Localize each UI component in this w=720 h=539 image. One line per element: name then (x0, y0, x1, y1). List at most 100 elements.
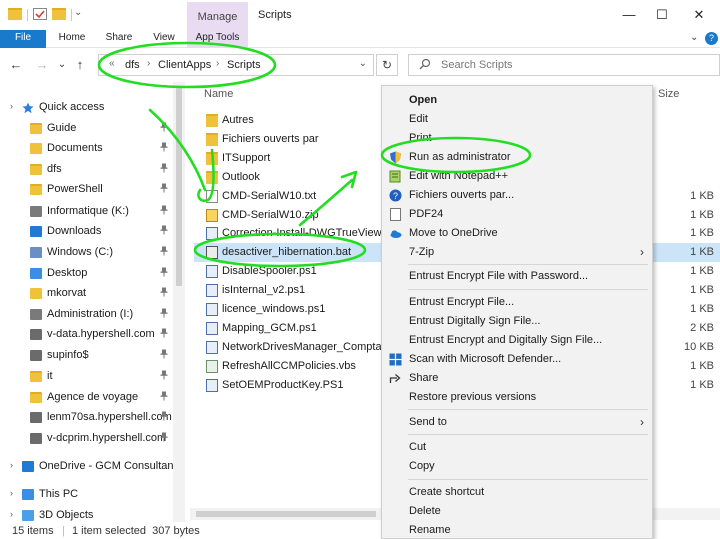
menu-item-fichiers-ouverts-par[interactable]: ? Fichiers ouverts par... (382, 186, 652, 205)
refresh-button[interactable]: ↻ (376, 54, 398, 76)
expand-chevron-icon[interactable]: › (10, 509, 13, 519)
tab-file[interactable]: File (0, 30, 46, 48)
tab-app-tools[interactable]: App Tools (187, 30, 248, 48)
menu-item-share[interactable]: Share (382, 369, 652, 388)
sidebar-item[interactable]: lenm70sa.hypershell.com (0, 408, 172, 428)
sidebar-item-label: it (47, 370, 53, 382)
sidebar-item[interactable]: › Quick access (0, 98, 172, 118)
file-size: 1 KB (690, 359, 714, 372)
column-header-size[interactable]: Size (658, 88, 679, 100)
breadcrumb-clientapps[interactable]: ClientApps (158, 59, 211, 71)
sidebar-item-label: v-data.hypershell.com (47, 328, 155, 340)
sidebar-item-label: This PC (39, 488, 79, 500)
scroll-thumb[interactable] (176, 86, 182, 286)
expand-chevron-icon[interactable]: › (10, 488, 13, 498)
menu-item-send-to[interactable]: Send to › (382, 413, 652, 432)
properties-icon[interactable] (33, 8, 47, 20)
sidebar-item[interactable]: supinfo$ (0, 346, 172, 366)
search-box[interactable] (408, 54, 720, 76)
recent-locations-button[interactable]: ⌄ (54, 56, 70, 74)
sidebar-item-label: lenm70sa.hypershell.com (47, 411, 172, 423)
menu-item-open[interactable]: Open (382, 91, 652, 110)
sidebar-item[interactable]: Windows (C:) (0, 243, 172, 263)
maximize-button[interactable]: ☐ (645, 4, 679, 26)
menu-item-pdf24[interactable]: PDF24 (382, 205, 652, 224)
manage-context-tab[interactable]: Manage (187, 2, 248, 30)
file-name: Fichiers ouverts par (222, 132, 319, 145)
menu-item-delete[interactable]: Delete (382, 502, 652, 521)
file-name: Outlook (222, 170, 260, 183)
address-bar[interactable]: « dfs › ClientApps › Scripts ⌄ (98, 54, 374, 76)
sidebar-item[interactable]: PowerShell (0, 180, 172, 200)
menu-item-label: Scan with Microsoft Defender... (409, 353, 562, 365)
sidebar-item[interactable]: mkorvat (0, 284, 172, 304)
help-icon[interactable]: ? (705, 32, 718, 45)
sidebar-item[interactable]: Administration (I:) (0, 305, 172, 325)
sidebar-item[interactable]: v-dcprim.hypershell.com (0, 429, 172, 449)
batch-file-icon (206, 246, 218, 260)
breadcrumb-scripts[interactable]: Scripts (227, 59, 261, 71)
expand-chevron-icon[interactable]: › (10, 460, 13, 470)
breadcrumb-separator[interactable]: › (147, 58, 150, 69)
up-button[interactable]: ↑ (72, 56, 88, 74)
menu-item-label: Send to (409, 416, 447, 428)
menu-item-entrust-digitally-sign-file[interactable]: Entrust Digitally Sign File... (382, 312, 652, 331)
menu-item-rename[interactable]: Rename (382, 521, 652, 539)
expand-chevron-icon[interactable]: › (10, 101, 13, 111)
back-button[interactable]: ← (8, 56, 24, 74)
address-dropdown-icon[interactable]: ⌄ (359, 58, 367, 69)
folder-icon (30, 184, 42, 195)
breadcrumb-separator[interactable]: › (216, 58, 219, 69)
close-button[interactable]: ✕ (682, 4, 716, 26)
sidebar-item[interactable]: › This PC (0, 485, 172, 505)
menu-item-cut[interactable]: Cut (382, 438, 652, 457)
nav-pane-scrollbar[interactable] (173, 82, 185, 522)
sidebar-item-label: 3D Objects (39, 509, 94, 521)
menu-item-entrust-encrypt-and-digitally-sign-file[interactable]: Entrust Encrypt and Digitally Sign File.… (382, 331, 652, 350)
sidebar-item[interactable]: Guide (0, 119, 172, 139)
new-folder-icon[interactable] (52, 8, 66, 20)
menu-item-run-as-administrator[interactable]: Run as administrator (382, 148, 652, 167)
folder-icon (206, 170, 218, 184)
notepad-plus-plus-icon (389, 170, 402, 183)
scroll-thumb[interactable] (196, 511, 376, 517)
forward-button[interactable]: → (34, 56, 50, 74)
sidebar-item[interactable]: it (0, 367, 172, 387)
sidebar-item[interactable]: Agence de voyage (0, 388, 172, 408)
menu-item-scan-with-microsoft-defender[interactable]: Scan with Microsoft Defender... (382, 350, 652, 369)
sidebar-item-label: supinfo$ (47, 349, 89, 361)
column-header-name[interactable]: Name (204, 88, 233, 100)
menu-item-entrust-encrypt-file[interactable]: Entrust Encrypt File... (382, 293, 652, 312)
menu-item-restore-previous-versions[interactable]: Restore previous versions (382, 388, 652, 407)
tab-view[interactable]: View (146, 30, 182, 48)
menu-item-edit[interactable]: Edit (382, 110, 652, 129)
customize-toolbar-icon[interactable]: ⌄ (74, 7, 82, 18)
breadcrumb-overflow[interactable]: « (109, 58, 115, 69)
sidebar-item[interactable]: Downloads (0, 222, 172, 242)
sidebar-item[interactable]: Documents (0, 139, 172, 159)
menu-item-move-to-onedrive[interactable]: Move to OneDrive (382, 224, 652, 243)
menu-item-7-zip[interactable]: 7-Zip › (382, 243, 652, 262)
file-size: 2 KB (690, 321, 714, 334)
sidebar-item[interactable]: › OneDrive - GCM Consultants (0, 457, 182, 477)
menu-item-create-shortcut[interactable]: Create shortcut (382, 483, 652, 502)
sidebar-item[interactable]: dfs (0, 160, 172, 180)
tab-home[interactable]: Home (54, 30, 90, 48)
menu-item-label: Entrust Encrypt and Digitally Sign File.… (409, 334, 603, 346)
collapse-ribbon-icon[interactable]: ⌄ (690, 32, 698, 43)
sidebar-item[interactable]: Informatique (K:) (0, 202, 172, 222)
file-name: Correction-Install-DWGTrueView20 (222, 227, 394, 240)
menu-item-copy[interactable]: Copy (382, 457, 652, 476)
file-name: CMD-SerialW10.zip (222, 208, 319, 221)
sidebar-item[interactable]: v-data.hypershell.com (0, 325, 172, 345)
menu-item-print[interactable]: Print (382, 129, 652, 148)
menu-item-entrust-encrypt-file-with-password[interactable]: Entrust Encrypt File with Password... (382, 267, 652, 286)
menu-item-edit-with-notepad[interactable]: Edit with Notepad++ (382, 167, 652, 186)
sidebar-item[interactable]: › 3D Objects (0, 506, 172, 522)
file-size: 1 KB (690, 378, 714, 391)
breadcrumb-dfs[interactable]: dfs (125, 59, 140, 71)
tab-share[interactable]: Share (100, 30, 138, 48)
minimize-button[interactable]: — (612, 4, 646, 26)
sidebar-item[interactable]: Desktop (0, 264, 172, 284)
search-input[interactable] (441, 57, 711, 73)
